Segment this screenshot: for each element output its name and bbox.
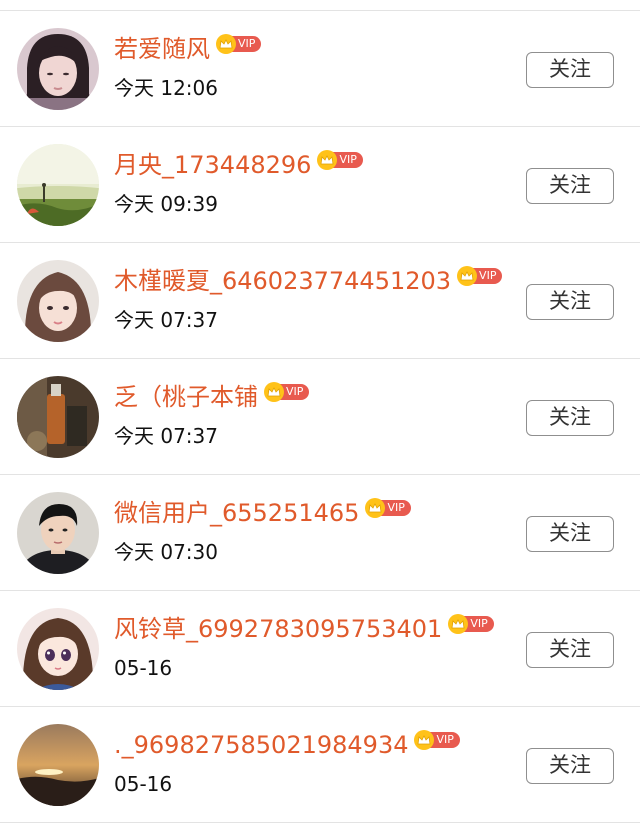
timestamp: 05-16 [114, 656, 173, 680]
username[interactable]: 月央_173448296 [114, 148, 311, 182]
avatar[interactable] [17, 608, 99, 690]
list-item[interactable]: 风铃草_6992783095753401 VIP 05-16 关注 [0, 591, 640, 707]
avatar[interactable] [17, 260, 99, 342]
avatar[interactable] [17, 724, 99, 806]
follow-button[interactable]: 关注 [526, 400, 614, 436]
name-line: 月央_173448296 VIP [114, 148, 363, 182]
timestamp: 05-16 [114, 772, 173, 796]
list-item[interactable]: 若爱随风 VIP 今天 12:06 关注 [0, 11, 640, 127]
timestamp: 今天 07:30 [114, 540, 218, 564]
timestamp: 今天 12:06 [114, 76, 218, 100]
follow-button[interactable]: 关注 [526, 52, 614, 88]
list-item[interactable]: 月央_173448296 VIP 今天 09:39 关注 [0, 127, 640, 243]
vip-badge: VIP [365, 498, 411, 518]
vip-badge: VIP [216, 34, 262, 54]
crown-icon [216, 34, 236, 54]
name-line: 风铃草_6992783095753401 VIP [114, 612, 494, 646]
follower-list: 若爱随风 VIP 今天 12:06 关注 月央_173448296 VIP 今天… [0, 11, 640, 823]
timestamp: 今天 07:37 [114, 424, 218, 448]
timestamp: 今天 09:39 [114, 192, 218, 216]
vip-badge: VIP [457, 266, 503, 286]
follow-button[interactable]: 关注 [526, 284, 614, 320]
crown-icon [264, 382, 284, 402]
username[interactable]: ._969827585021984934 [114, 728, 408, 762]
follow-button[interactable]: 关注 [526, 168, 614, 204]
crown-icon [457, 266, 478, 286]
vip-badge: VIP [264, 382, 310, 402]
avatar[interactable] [17, 28, 99, 110]
name-line: 乏（桃子本铺 VIP [114, 380, 310, 414]
username[interactable]: 乏（桃子本铺 [114, 380, 258, 414]
username[interactable]: 木槿暖夏_646023774451203 [114, 264, 451, 298]
list-item[interactable]: 乏（桃子本铺 VIP 今天 07:37 关注 [0, 359, 640, 475]
username[interactable]: 微信用户_655251465 [114, 496, 359, 530]
name-line: 微信用户_655251465 VIP [114, 496, 411, 530]
username[interactable]: 风铃草_6992783095753401 [114, 612, 442, 646]
avatar[interactable] [17, 144, 99, 226]
avatar[interactable] [17, 376, 99, 458]
list-item[interactable]: 木槿暖夏_646023774451203 VIP 今天 07:37 关注 [0, 243, 640, 359]
list-item[interactable]: 微信用户_655251465 VIP 今天 07:30 关注 [0, 475, 640, 591]
list-item[interactable]: ._969827585021984934 VIP 05-16 关注 [0, 707, 640, 823]
avatar[interactable] [17, 492, 99, 574]
timestamp: 今天 07:37 [114, 308, 218, 332]
follow-button[interactable]: 关注 [526, 632, 614, 668]
vip-badge: VIP [414, 730, 460, 750]
vip-badge: VIP [317, 150, 363, 170]
vip-badge: VIP [448, 614, 494, 634]
follow-button[interactable]: 关注 [526, 516, 614, 552]
name-line: ._969827585021984934 VIP [114, 728, 460, 762]
username[interactable]: 若爱随风 [114, 32, 210, 66]
name-line: 若爱随风 VIP [114, 32, 262, 66]
name-line: 木槿暖夏_646023774451203 VIP [114, 264, 503, 298]
follow-button[interactable]: 关注 [526, 748, 614, 784]
